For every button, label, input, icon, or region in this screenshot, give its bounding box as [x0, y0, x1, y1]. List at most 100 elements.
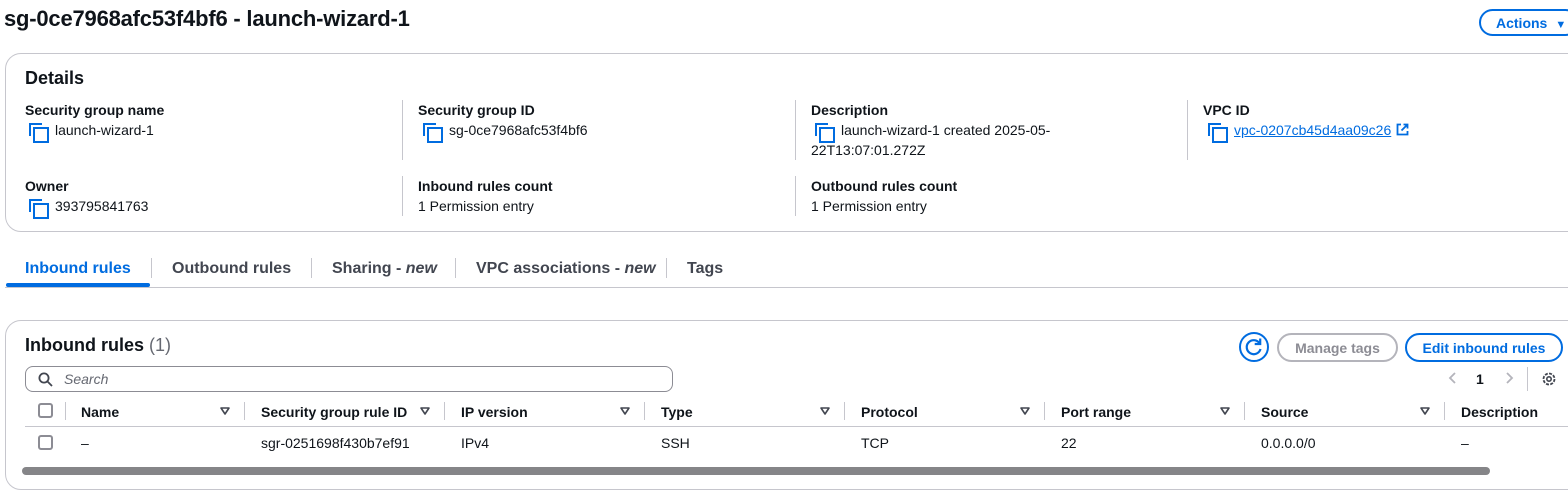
settings-icon[interactable] — [1540, 370, 1558, 388]
new-badge: new — [405, 260, 437, 277]
vpc-id-label: VPC ID — [1203, 102, 1250, 118]
external-link-icon[interactable] — [1396, 123, 1409, 136]
new-badge: new — [624, 260, 656, 277]
edit-inbound-rules-button[interactable]: Edit inbound rules — [1405, 333, 1563, 362]
cell-rule-id: sgr-0251698f430b7ef91 — [261, 435, 410, 451]
sort-icon[interactable] — [219, 404, 231, 418]
divider — [402, 100, 403, 160]
horizontal-scrollbar[interactable] — [22, 467, 1490, 475]
chevron-left-icon[interactable] — [1446, 370, 1460, 386]
vpc-id-link[interactable]: vpc-0207cb45d4aa09c26 — [1234, 122, 1391, 138]
column-header-port-range[interactable]: Port range — [1061, 404, 1131, 420]
tab-label: Sharing - — [332, 260, 406, 277]
copy-icon[interactable] — [814, 122, 835, 144]
table-header-border — [25, 426, 1568, 427]
select-all-checkbox[interactable] — [38, 403, 53, 418]
divider — [795, 176, 796, 216]
rules-count: (1) — [149, 335, 172, 355]
cell-type: SSH — [661, 435, 690, 451]
description-text-1: launch-wizard-1 created 2025-05- — [841, 122, 1051, 138]
divider — [795, 100, 796, 160]
tab-label: Outbound rules — [172, 260, 292, 277]
column-divider — [1444, 402, 1445, 420]
inbound-rules-title: Inbound rules (1) — [25, 335, 171, 356]
refresh-icon — [1245, 338, 1262, 356]
tab-label: Tags — [687, 260, 724, 277]
tab-outbound-rules[interactable]: Outbound rules — [172, 260, 291, 278]
copy-icon[interactable] — [1207, 122, 1228, 144]
cell-description: – — [1461, 435, 1469, 451]
cell-protocol: TCP — [861, 435, 889, 451]
sg-id-label: Security group ID — [418, 102, 535, 118]
sort-icon[interactable] — [819, 404, 831, 418]
tab-divider — [311, 258, 312, 278]
search-box[interactable] — [25, 366, 673, 392]
vpc-id-value: vpc-0207cb45d4aa09c26 — [1207, 120, 1409, 144]
column-header-description[interactable]: Description — [1461, 404, 1538, 420]
caret-down-icon: ▼ — [1555, 19, 1567, 31]
column-header-source[interactable]: Source — [1261, 404, 1308, 420]
tab-divider — [666, 258, 667, 278]
details-panel — [5, 53, 1568, 232]
description-value: launch-wizard-1 created 2025-05- — [814, 120, 1051, 144]
title-text: Inbound rules — [25, 335, 144, 355]
column-divider — [444, 402, 445, 420]
divider — [1187, 100, 1188, 160]
column-header-type[interactable]: Type — [661, 404, 693, 420]
actions-label: Actions — [1496, 15, 1548, 31]
chevron-right-icon[interactable] — [1502, 370, 1516, 386]
sort-icon[interactable] — [1219, 404, 1231, 418]
sg-id-text: sg-0ce7968afc53f4bf6 — [449, 122, 588, 138]
tab-tags[interactable]: Tags — [687, 260, 723, 278]
tab-vpc-associations[interactable]: VPC associations - new — [476, 260, 656, 278]
inbound-count-label: Inbound rules count — [418, 178, 553, 194]
outbound-count-label: Outbound rules count — [811, 178, 958, 194]
row-checkbox[interactable] — [38, 435, 53, 450]
page-number[interactable]: 1 — [1476, 371, 1484, 387]
sg-name-value: launch-wizard-1 — [28, 120, 154, 144]
divider — [402, 176, 403, 216]
manage-tags-button[interactable]: Manage tags — [1277, 333, 1398, 362]
cell-port-range: 22 — [1061, 435, 1077, 451]
tab-divider — [455, 258, 456, 278]
sort-icon[interactable] — [419, 404, 431, 418]
copy-icon[interactable] — [28, 122, 49, 144]
column-divider — [65, 402, 66, 420]
column-divider — [244, 402, 245, 420]
column-divider — [844, 402, 845, 420]
column-divider — [1044, 402, 1045, 420]
column-header-rule-id[interactable]: Security group rule ID — [261, 404, 407, 420]
tab-label: VPC associations - — [476, 260, 625, 277]
tab-inbound-rules[interactable]: Inbound rules — [25, 260, 131, 278]
sort-icon[interactable] — [1419, 404, 1431, 418]
copy-icon[interactable] — [422, 122, 443, 144]
column-header-protocol[interactable]: Protocol — [861, 404, 918, 420]
cell-ip-version: IPv4 — [461, 435, 490, 451]
sort-icon[interactable] — [619, 404, 631, 418]
sg-id-value: sg-0ce7968afc53f4bf6 — [422, 120, 588, 144]
column-header-ip-version[interactable]: IP version — [461, 404, 528, 420]
column-divider — [1244, 402, 1245, 420]
owner-value: 393795841763 — [28, 196, 149, 220]
column-divider — [644, 402, 645, 420]
sort-icon[interactable] — [1019, 404, 1031, 418]
search-input[interactable] — [62, 370, 662, 388]
actions-button[interactable]: Actions ▼ — [1479, 9, 1568, 36]
owner-label: Owner — [25, 178, 69, 194]
tab-sharing[interactable]: Sharing - new — [332, 260, 437, 278]
cell-name: – — [81, 435, 89, 451]
copy-icon[interactable] — [28, 198, 49, 220]
inbound-count-value: 1 Permission entry — [418, 198, 534, 214]
pagination-divider — [1527, 367, 1528, 391]
outbound-count-value: 1 Permission entry — [811, 198, 927, 214]
sg-name-label: Security group name — [25, 102, 165, 118]
column-header-name[interactable]: Name — [81, 404, 119, 420]
cell-source: 0.0.0.0/0 — [1261, 435, 1316, 451]
refresh-button[interactable] — [1239, 332, 1269, 362]
tab-divider — [151, 258, 152, 278]
sg-name-text: launch-wizard-1 — [55, 122, 154, 138]
details-title: Details — [25, 68, 85, 88]
page-title: sg-0ce7968afc53f4bf6 - launch-wizard-1 — [4, 6, 410, 31]
owner-text: 393795841763 — [55, 198, 149, 214]
tab-label: Inbound rules — [25, 260, 131, 277]
